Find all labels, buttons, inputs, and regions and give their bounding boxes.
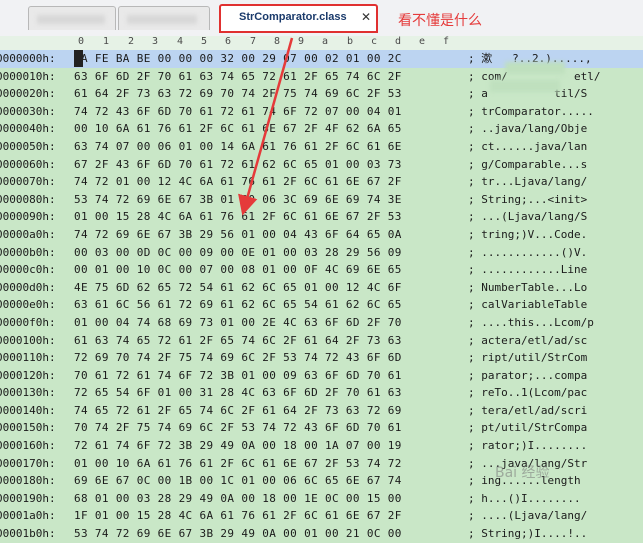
row-hex-bytes[interactable]: 53 74 72 69 6E 67 3B 29 49 0A 00 01 00 2… [74, 525, 402, 543]
arrow-line [238, 37, 294, 216]
blurred-ascii [505, 62, 565, 74]
row-ascii[interactable]: ; String;)I....!.. [468, 525, 587, 543]
annotation-arrow [238, 37, 294, 216]
row-offset: 00001b0h: [0, 527, 56, 541]
watermark: Bai 经验 [495, 465, 550, 481]
blurred-ascii [490, 80, 560, 92]
hex-row[interactable]: 00001b0h: 53 74 72 69 6E 67 3B 29 49 0A 0… [0, 525, 643, 543]
